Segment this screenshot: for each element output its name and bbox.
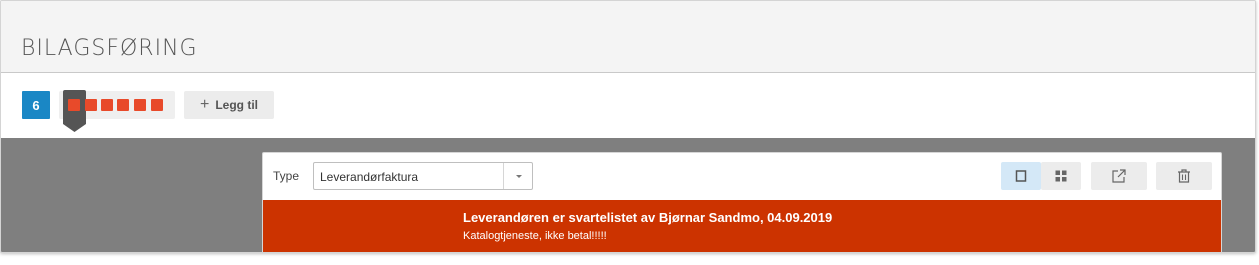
voucher-item-1[interactable]	[68, 99, 80, 111]
voucher-item-2[interactable]	[85, 99, 97, 111]
voucher-strip	[59, 90, 175, 132]
voucher-panel: Type Leverandørfaktura Leverandøren er s…	[262, 152, 1222, 252]
voucher-item-5[interactable]	[134, 99, 146, 111]
type-select-value: Leverandørfaktura	[320, 170, 419, 184]
add-voucher-button[interactable]: + Legg til	[184, 91, 274, 119]
external-link-icon	[1112, 169, 1126, 183]
blacklist-alert: Leverandøren er svartelistet av Bjørnar …	[263, 200, 1221, 252]
page-title: BILAGSFØRING	[21, 36, 198, 61]
square-icon	[1015, 170, 1027, 182]
add-voucher-label: Legg til	[215, 98, 258, 112]
grid-icon	[1055, 170, 1067, 182]
app-frame: BILAGSFØRING 6 + Legg til Type Leverandø…	[0, 0, 1256, 253]
type-label: Type	[273, 169, 300, 183]
voucher-item-4[interactable]	[117, 99, 129, 111]
alert-title: Leverandøren er svartelistet av Bjørnar …	[463, 210, 833, 225]
grid-view-button[interactable]	[1041, 162, 1081, 190]
plus-icon: +	[199, 96, 210, 113]
voucher-item-3[interactable]	[101, 99, 113, 111]
alert-text: Katalogtjeneste, ikke betal!!!!!	[463, 230, 607, 242]
select-divider	[503, 163, 504, 189]
single-view-button[interactable]	[1001, 162, 1041, 190]
trash-icon	[1178, 169, 1190, 183]
voucher-count-badge[interactable]: 6	[22, 91, 50, 119]
chevron-down-icon	[516, 175, 522, 178]
page-header: BILAGSFØRING	[1, 1, 1255, 73]
open-external-button[interactable]	[1091, 162, 1147, 190]
voucher-toolbar: 6 + Legg til	[1, 74, 1255, 138]
selected-voucher-marker-icon	[63, 90, 86, 132]
type-select[interactable]: Leverandørfaktura	[313, 162, 533, 190]
delete-button[interactable]	[1156, 162, 1212, 190]
voucher-item-6[interactable]	[151, 99, 163, 111]
